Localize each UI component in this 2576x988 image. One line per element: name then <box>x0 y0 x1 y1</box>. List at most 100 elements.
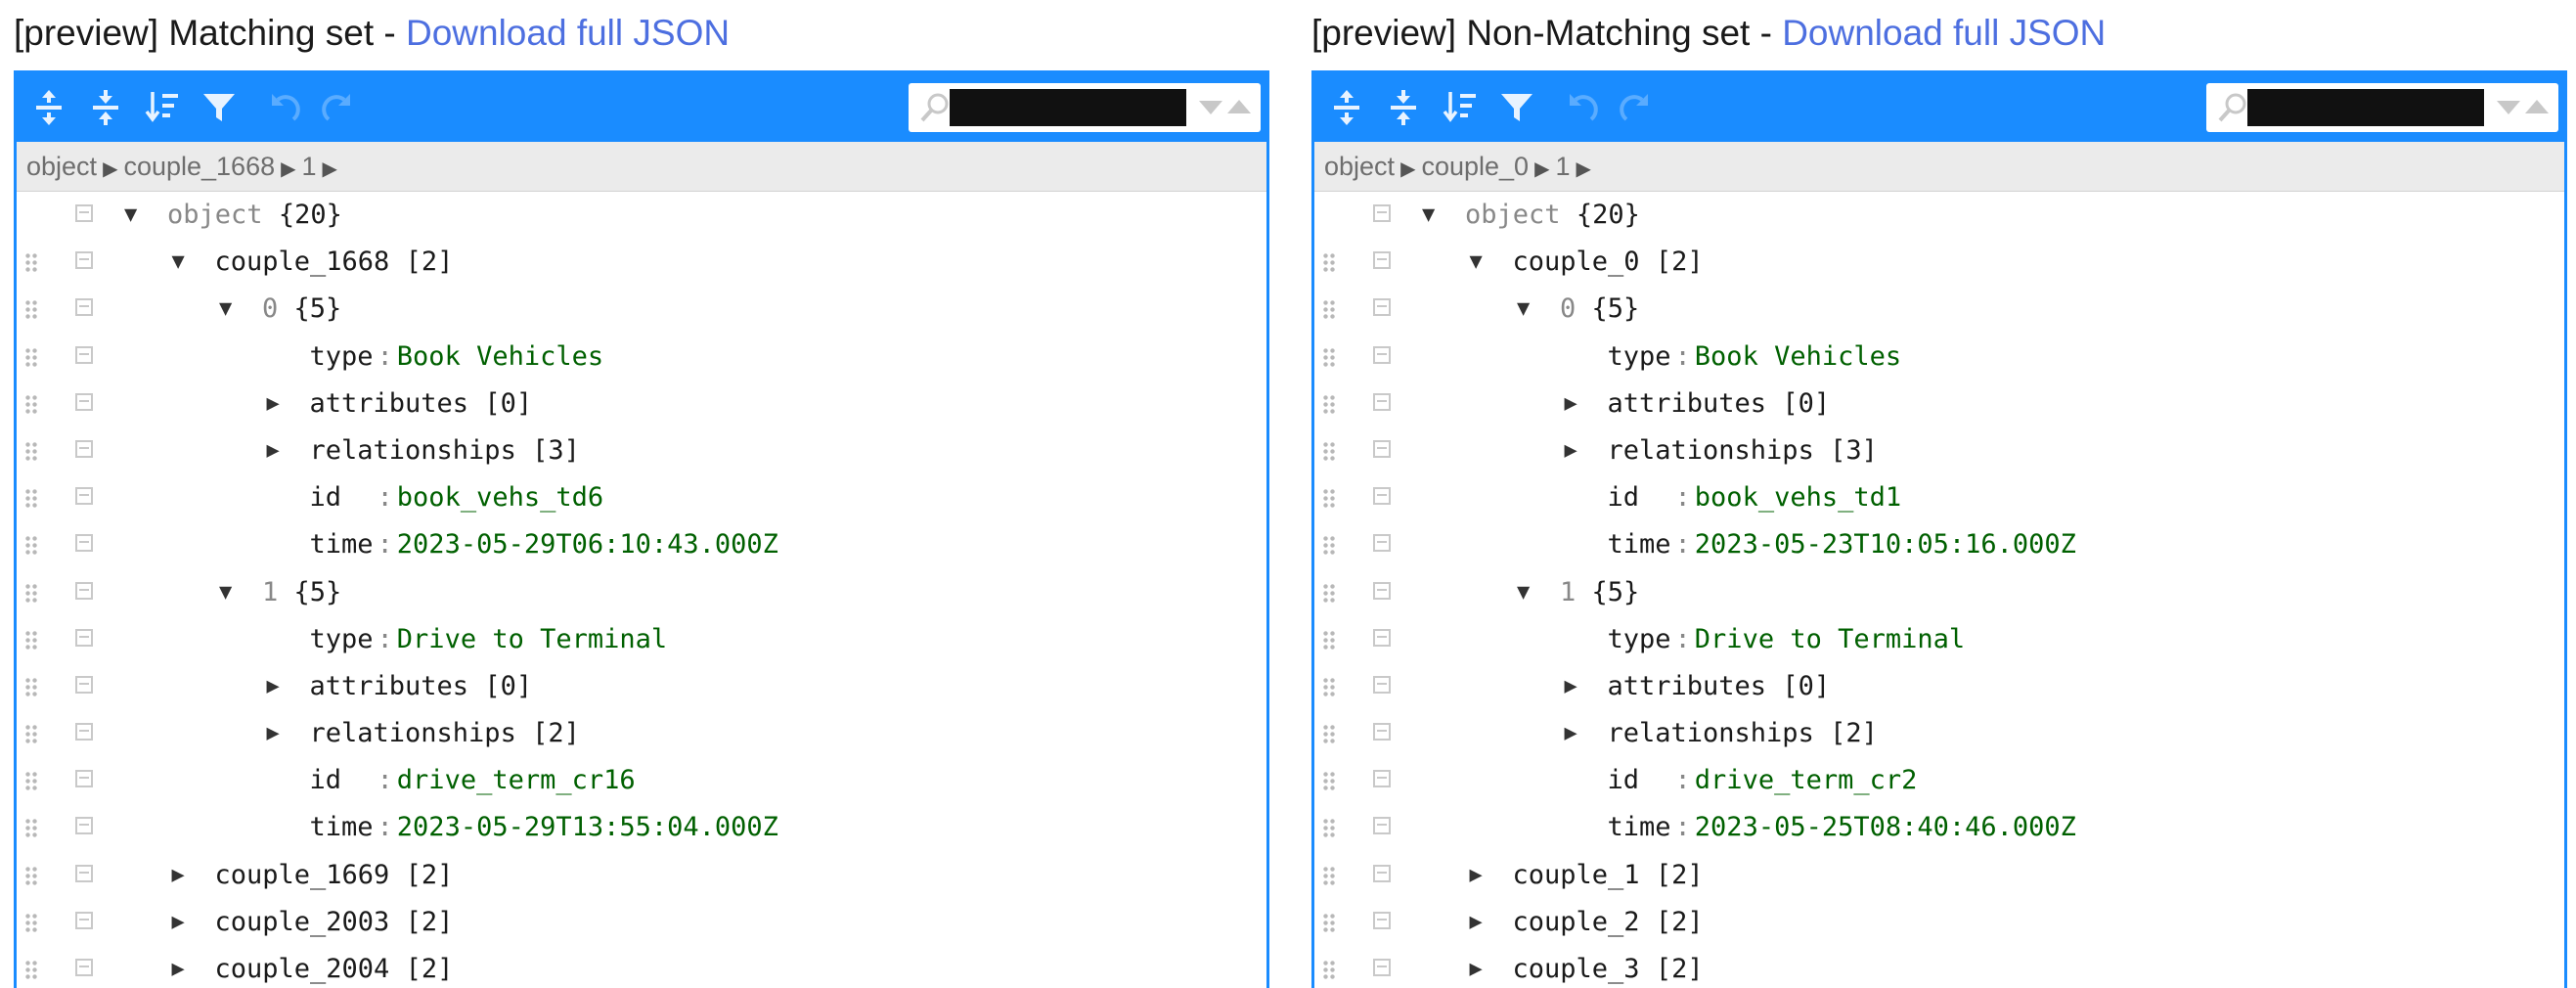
node-key[interactable]: couple_3 <box>1513 954 1640 984</box>
tree-row[interactable]: ▶ attributes [0] <box>17 663 1266 710</box>
collapse-arrow-icon[interactable]: ▼ <box>219 569 232 616</box>
node-key[interactable]: type <box>310 624 374 654</box>
tree-row[interactable]: time:2023-05-23T10:05:16.000Z <box>1314 521 2564 568</box>
context-menu-button[interactable] <box>1373 439 1391 458</box>
node-key[interactable]: time <box>1608 529 1671 560</box>
tree-row[interactable]: ▶ relationships [2] <box>17 710 1266 757</box>
tree-row[interactable]: type: Drive to Terminal <box>17 616 1266 663</box>
tree-row[interactable]: ▶ couple_3 [2] <box>1314 946 2564 988</box>
tree-row[interactable]: ▶ couple_2003 [2] <box>17 899 1266 946</box>
context-menu-button[interactable] <box>1373 628 1391 647</box>
download-json-link[interactable]: Download full JSON <box>406 13 730 53</box>
drag-handle-icon[interactable] <box>1322 865 1336 887</box>
drag-handle-icon[interactable] <box>24 676 38 698</box>
tree-row[interactable]: type: Book Vehicles <box>1314 334 2564 381</box>
context-menu-button[interactable] <box>75 345 93 364</box>
drag-handle-icon[interactable] <box>1322 488 1336 511</box>
node-key[interactable]: couple_1669 <box>215 860 390 890</box>
collapse-arrow-icon[interactable]: ▼ <box>219 286 232 333</box>
context-menu-button[interactable] <box>1373 723 1391 741</box>
node-key[interactable]: time <box>310 812 374 842</box>
breadcrumb-item[interactable]: couple_0 <box>1421 152 1529 181</box>
expand-arrow-icon[interactable]: ▶ <box>1565 663 1577 710</box>
node-value[interactable]: Book Vehicles <box>1695 341 1901 372</box>
node-value[interactable]: book_vehs_td1 <box>1695 482 1901 513</box>
drag-handle-icon[interactable] <box>1322 912 1336 934</box>
context-menu-button[interactable] <box>1373 251 1391 270</box>
node-key[interactable]: type <box>1608 624 1671 654</box>
drag-handle-icon[interactable] <box>1322 252 1336 275</box>
tree-row[interactable]: ▶ relationships [2] <box>1314 710 2564 757</box>
filter-button[interactable] <box>1494 85 1539 130</box>
context-menu-button[interactable] <box>75 581 93 600</box>
context-menu-button[interactable] <box>75 204 93 222</box>
drag-handle-icon[interactable] <box>1322 393 1336 416</box>
node-key[interactable]: type <box>1608 341 1671 372</box>
drag-handle-icon[interactable] <box>24 818 38 840</box>
node-key[interactable]: attributes <box>1608 671 1767 701</box>
tree-row[interactable]: ▶ attributes [0] <box>1314 663 2564 710</box>
context-menu-button[interactable] <box>75 911 93 929</box>
drag-handle-icon[interactable] <box>24 440 38 463</box>
drag-handle-icon[interactable] <box>24 960 38 981</box>
context-menu-button[interactable] <box>75 959 93 976</box>
context-menu-button[interactable] <box>75 817 93 835</box>
tree-row[interactable]: ▶ attributes [0] <box>1314 381 2564 427</box>
breadcrumb-item[interactable]: 1 <box>1555 152 1570 181</box>
node-key[interactable]: 0 <box>1560 293 1576 324</box>
expand-arrow-icon[interactable]: ▶ <box>172 852 185 899</box>
search-input[interactable] <box>2247 89 2484 126</box>
node-key[interactable]: relationships <box>1608 718 1814 748</box>
node-key[interactable]: 1 <box>262 577 278 607</box>
context-menu-button[interactable] <box>75 534 93 553</box>
node-key[interactable]: id <box>310 765 342 795</box>
node-key[interactable]: object <box>167 200 263 230</box>
filter-button[interactable] <box>197 85 242 130</box>
node-value[interactable]: 2023-05-23T10:05:16.000Z <box>1695 529 2076 560</box>
tree-row[interactable]: ▶ couple_1 [2] <box>1314 852 2564 899</box>
drag-handle-icon[interactable] <box>24 771 38 793</box>
drag-handle-icon[interactable] <box>24 393 38 416</box>
drag-handle-icon[interactable] <box>24 299 38 322</box>
tree-row[interactable]: ▶ couple_2 [2] <box>1314 899 2564 946</box>
expand-arrow-icon[interactable]: ▶ <box>267 427 280 474</box>
context-menu-button[interactable] <box>75 298 93 317</box>
node-key[interactable]: relationships <box>1608 435 1814 466</box>
tree-row[interactable]: ▶ couple_1669 [2] <box>17 852 1266 899</box>
node-value[interactable]: 2023-05-29T06:10:43.000Z <box>397 529 778 560</box>
tree-row[interactable]: ▼ object {20} <box>1314 192 2564 239</box>
context-menu-button[interactable] <box>75 487 93 506</box>
tree-row[interactable]: type: Book Vehicles <box>17 334 1266 381</box>
context-menu-button[interactable] <box>1373 204 1391 222</box>
drag-handle-icon[interactable] <box>1322 629 1336 651</box>
expand-arrow-icon[interactable]: ▶ <box>267 663 280 710</box>
drag-handle-icon[interactable] <box>24 252 38 275</box>
node-key[interactable]: couple_2004 <box>215 954 390 984</box>
undo-button[interactable] <box>1561 85 1606 130</box>
node-value[interactable]: Drive to Terminal <box>1695 624 1965 654</box>
tree-row[interactable]: ▶ relationships [3] <box>1314 427 2564 474</box>
drag-handle-icon[interactable] <box>1322 440 1336 463</box>
expand-arrow-icon[interactable]: ▶ <box>1565 427 1577 474</box>
tree-row[interactable]: id : drive_term_cr2 <box>1314 757 2564 804</box>
context-menu-button[interactable] <box>75 628 93 647</box>
context-menu-button[interactable] <box>1373 581 1391 600</box>
node-key[interactable]: time <box>310 529 374 560</box>
context-menu-button[interactable] <box>1373 959 1391 976</box>
search-next-button[interactable] <box>2497 101 2520 114</box>
download-json-link[interactable]: Download full JSON <box>1782 13 2106 53</box>
context-menu-button[interactable] <box>1373 911 1391 929</box>
tree-row[interactable]: id : book_vehs_td6 <box>17 474 1266 521</box>
collapse-arrow-icon[interactable]: ▼ <box>172 239 185 286</box>
collapse-arrow-icon[interactable]: ▼ <box>1422 192 1435 239</box>
context-menu-button[interactable] <box>1373 770 1391 788</box>
tree-row[interactable]: ▼ object {20} <box>17 192 1266 239</box>
collapse-arrow-icon[interactable]: ▼ <box>1470 239 1483 286</box>
collapse-arrow-icon[interactable]: ▼ <box>1517 286 1530 333</box>
expand-all-button[interactable] <box>1324 85 1369 130</box>
node-key[interactable]: relationships <box>310 718 516 748</box>
drag-handle-icon[interactable] <box>24 724 38 746</box>
tree-row[interactable]: id : drive_term_cr16 <box>17 757 1266 804</box>
drag-handle-icon[interactable] <box>1322 535 1336 558</box>
node-key[interactable]: couple_0 <box>1513 247 1640 277</box>
